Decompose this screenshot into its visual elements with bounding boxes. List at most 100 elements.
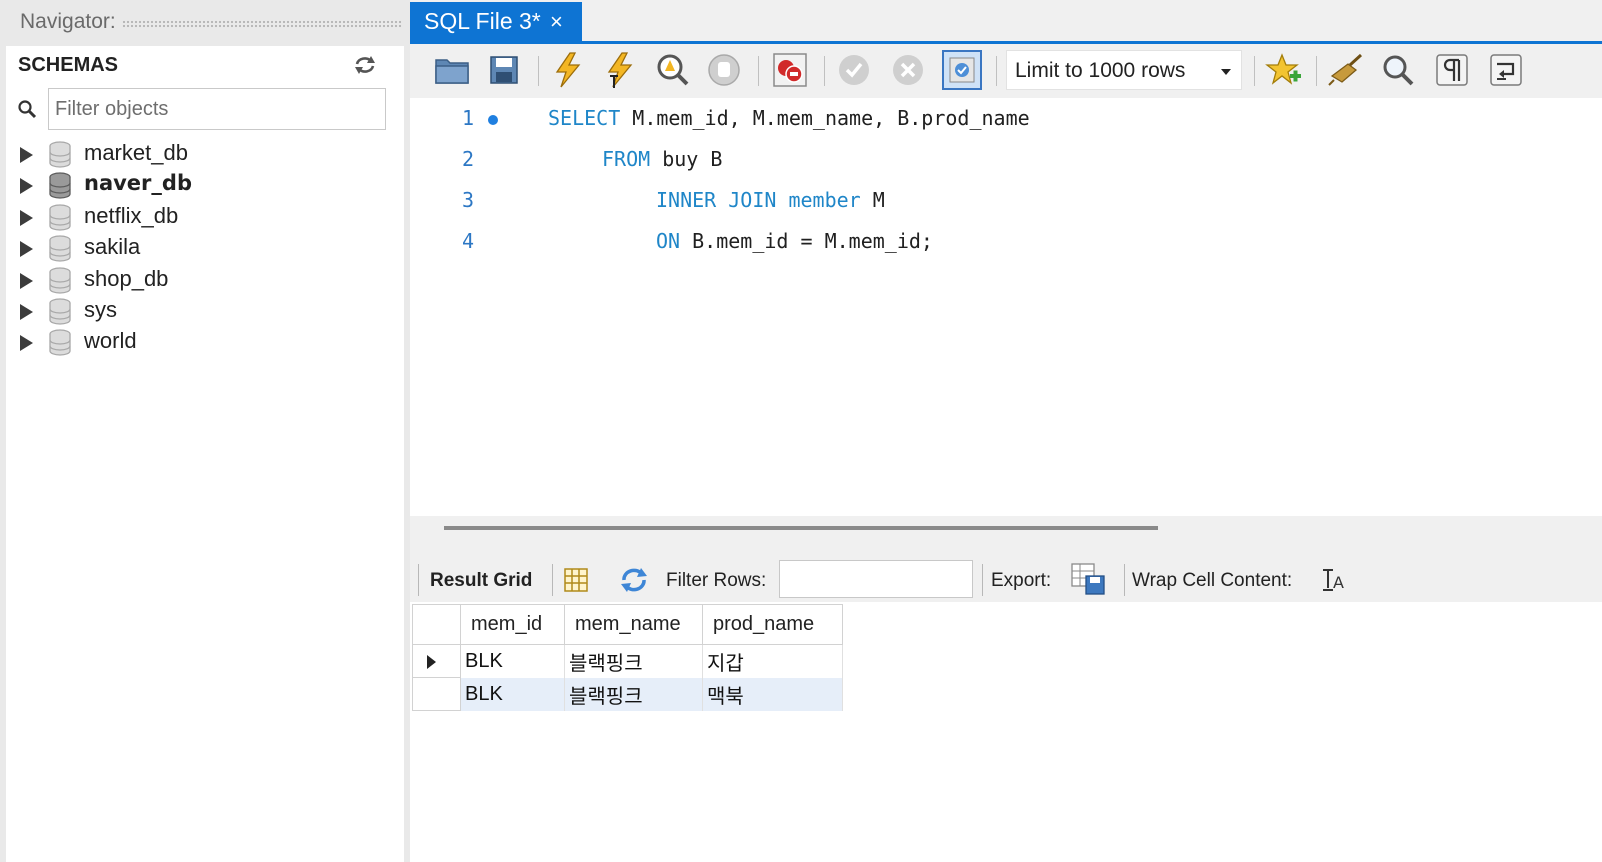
- wrap-cell-icon[interactable]: A: [1320, 566, 1346, 594]
- commit-icon[interactable]: [834, 50, 874, 90]
- execute-icon[interactable]: [548, 50, 588, 90]
- rollback-icon[interactable]: [888, 50, 928, 90]
- table-cell[interactable]: 맥북: [702, 677, 843, 711]
- find-icon[interactable]: [1378, 50, 1418, 90]
- column-header[interactable]: prod_name: [702, 604, 843, 645]
- editor-result-splitter[interactable]: [410, 516, 1602, 556]
- stop-icon[interactable]: [704, 50, 744, 90]
- schema-item[interactable]: naver_db: [6, 169, 404, 200]
- toggle-error-stop-icon[interactable]: [770, 50, 810, 90]
- line-number: 4: [461, 229, 474, 253]
- table-cell[interactable]: 지갑: [702, 644, 843, 678]
- navigator-title: Navigator:: [20, 10, 116, 33]
- export-icon[interactable]: [1070, 562, 1108, 596]
- wrap-lines-icon[interactable]: [1486, 50, 1526, 90]
- database-icon: [49, 172, 71, 200]
- expand-arrow-icon[interactable]: [20, 272, 33, 289]
- schema-item[interactable]: netflix_db: [6, 201, 404, 232]
- schema-item[interactable]: sakila: [6, 232, 404, 263]
- refresh-icon[interactable]: [352, 54, 378, 76]
- code-line[interactable]: 4 ON B.mem_id = M.mem_id;: [410, 229, 1602, 269]
- database-icon: [49, 298, 71, 325]
- bookmark-icon[interactable]: [1264, 50, 1304, 90]
- open-folder-icon[interactable]: [432, 50, 472, 90]
- column-header[interactable]: mem_name: [564, 604, 703, 645]
- table-cell[interactable]: 블랙핑크: [564, 677, 703, 711]
- expand-arrow-icon[interactable]: [20, 241, 33, 258]
- row-header[interactable]: [412, 677, 461, 711]
- database-icon: [49, 141, 71, 168]
- sql-keyword: SELECT: [548, 106, 621, 130]
- limit-rows-select[interactable]: Limit to 1000 rows: [1006, 50, 1242, 90]
- schema-item[interactable]: world: [6, 326, 404, 357]
- schema-item[interactable]: market_db: [6, 138, 404, 169]
- result-toolbar: Result Grid Filter Rows: Export: Wrap Ce…: [410, 556, 1602, 602]
- code-line[interactable]: 1 SELECT M.mem_id, M.mem_name, B.prod_na…: [410, 106, 1602, 146]
- statement-marker-icon: [488, 115, 498, 125]
- wrap-cell-content-label: Wrap Cell Content:: [1132, 570, 1293, 591]
- filter-rows-label: Filter Rows:: [666, 570, 767, 591]
- schema-tree: market_db naver_db netflix_dbsakila shop_db…: [6, 138, 404, 358]
- expand-arrow-icon[interactable]: [20, 335, 33, 352]
- database-icon: [49, 266, 71, 294]
- navigator-panel: Navigator: SCHEMAS market_db naver_dbnetf…: [0, 0, 410, 862]
- sql-text: B.mem_id = M.mem_id;: [680, 229, 933, 253]
- expand-arrow-icon[interactable]: [20, 209, 33, 226]
- result-grid-tab[interactable]: Result Grid: [430, 570, 532, 592]
- table-cell[interactable]: 블랙핑크: [564, 644, 703, 678]
- execute-current-icon[interactable]: [600, 50, 640, 90]
- editor-tab-bar: SQL File 3* ×: [410, 0, 1602, 44]
- export-label: Export:: [991, 570, 1052, 591]
- horizontal-scrollbar[interactable]: [444, 526, 1158, 530]
- schema-name: netflix_db: [84, 202, 179, 228]
- sql-editor[interactable]: 1 SELECT M.mem_id, M.mem_name, B.prod_na…: [410, 98, 1602, 516]
- schemas-label: SCHEMAS: [18, 54, 119, 76]
- explain-icon[interactable]: [652, 50, 692, 90]
- filter-objects-input[interactable]: [48, 88, 386, 130]
- column-header[interactable]: mem_id: [460, 604, 565, 645]
- schema-name: world: [84, 328, 137, 354]
- navigator-drag-grip[interactable]: [122, 20, 402, 28]
- tab-label: SQL File 3*: [424, 8, 541, 34]
- expand-arrow-icon[interactable]: [20, 178, 33, 195]
- search-icon: [18, 100, 37, 119]
- limit-rows-label: Limit to 1000 rows: [1015, 59, 1186, 82]
- beautify-icon[interactable]: [1326, 50, 1366, 90]
- refresh-results-icon[interactable]: [618, 566, 650, 594]
- expand-arrow-icon[interactable]: [20, 147, 33, 163]
- row-header[interactable]: [412, 644, 461, 678]
- autocommit-icon[interactable]: [942, 50, 982, 90]
- sql-text: buy B: [650, 147, 723, 171]
- table-cell[interactable]: BLK: [460, 677, 565, 711]
- schema-item[interactable]: sys: [6, 295, 404, 326]
- result-grid-area: mem_id mem_name prod_name BLK 블랙핑크 지갑 BL…: [410, 602, 1602, 862]
- invisible-chars-icon[interactable]: [1432, 50, 1472, 90]
- schema-name: sakila: [84, 234, 141, 260]
- close-icon[interactable]: ×: [550, 11, 563, 33]
- database-icon: [49, 329, 71, 356]
- table-row[interactable]: BLK 블랙핑크 지갑: [412, 644, 843, 678]
- sql-keyword: FROM: [602, 147, 651, 171]
- schema-name: shop_db: [84, 265, 169, 291]
- database-icon: [49, 235, 71, 262]
- grid-header-row: mem_id mem_name prod_name: [412, 604, 843, 645]
- row-header-corner: [412, 604, 461, 645]
- sql-text: M.mem_id, M.mem_name, B.prod_name: [620, 106, 1030, 130]
- schema-name: sys: [84, 296, 117, 322]
- code-line[interactable]: 2 FROM buy B: [410, 147, 1602, 187]
- sql-editor-toolbar: Limit to 1000 rows: [410, 44, 1602, 98]
- save-icon[interactable]: [484, 50, 524, 90]
- grid-layout-icon[interactable]: [562, 566, 590, 594]
- expand-arrow-icon[interactable]: [20, 303, 33, 320]
- table-row[interactable]: BLK 블랙핑크 맥북: [412, 677, 843, 711]
- line-number: 1: [461, 106, 474, 130]
- table-cell[interactable]: BLK: [460, 644, 565, 678]
- schema-panel: SCHEMAS market_db naver_db netflix_dbsakil…: [6, 46, 404, 862]
- schema-item[interactable]: shop_db: [6, 264, 404, 295]
- tab-sql-file-3[interactable]: SQL File 3* ×: [410, 2, 582, 44]
- schema-name: market_db: [84, 140, 188, 165]
- code-line[interactable]: 3 INNER JOIN member M: [410, 188, 1602, 228]
- line-number: 3: [461, 188, 474, 212]
- filter-rows-input[interactable]: [779, 560, 973, 598]
- svg-text:A: A: [1333, 573, 1344, 592]
